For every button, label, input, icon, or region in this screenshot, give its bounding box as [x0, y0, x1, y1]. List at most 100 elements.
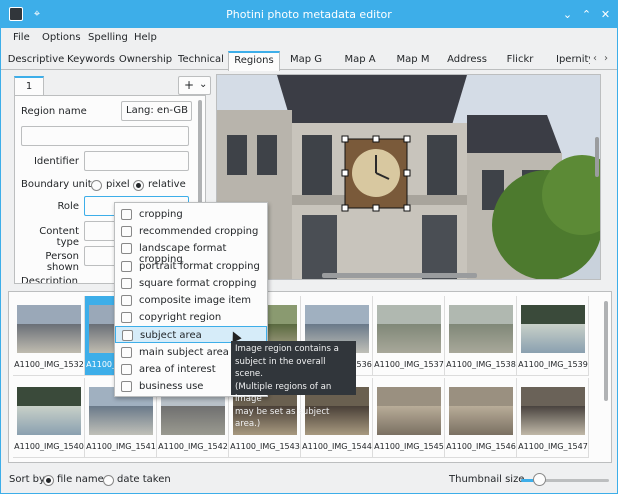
role-option-label: composite image item — [139, 295, 251, 306]
description-label: Description — [21, 276, 78, 284]
thumbnail-item[interactable]: A1100_IMG_1547 — [517, 378, 589, 458]
chevron-up-icon: ⌃ — [581, 8, 592, 21]
role-option-checkbox[interactable] — [121, 277, 132, 289]
tab-flickr[interactable]: Flickr — [499, 51, 541, 70]
role-option-checkbox[interactable] — [121, 381, 132, 392]
thumbnail-image — [449, 305, 513, 353]
tab-address[interactable]: Address — [443, 51, 491, 70]
add-region-label: + — [184, 78, 195, 92]
tab-keywords[interactable]: Keywords — [66, 51, 116, 70]
role-option-label: square format cropping — [139, 277, 257, 289]
thumbnail-item[interactable]: A1100_IMG_1546 — [445, 378, 517, 458]
role-option-checkbox[interactable] — [121, 260, 132, 272]
person-shown-label: Person shown — [45, 251, 79, 273]
thumbnail-caption: A1100_IMG_1539 — [518, 360, 588, 369]
role-option-label: recommended cropping — [139, 226, 259, 238]
thumbnail-item[interactable]: A1100_IMG_1545 — [373, 378, 445, 458]
role-option-copyright-region[interactable]: copyright region — [115, 309, 267, 326]
identifier-label: Identifier — [33, 156, 79, 167]
sort-date-taken-radio[interactable] — [103, 475, 114, 486]
thumbnail-item[interactable]: A1100_IMG_1540 — [13, 378, 85, 458]
tab-technical[interactable]: Technical — [176, 51, 226, 70]
role-option-checkbox[interactable] — [121, 209, 132, 220]
window-title: Photini photo metadata editor — [226, 8, 392, 21]
role-option-composite-image-item[interactable]: composite image item — [115, 292, 267, 309]
unit-relative-label: relative — [148, 179, 186, 190]
unit-pixel-label: pixel — [106, 179, 130, 190]
thumbnail-item[interactable]: A1100_IMG_1539 — [517, 296, 589, 376]
thumbnail-caption: A1100_IMG_1543 — [230, 442, 300, 451]
tab-scroll-left-icon[interactable]: ‹ — [590, 53, 600, 65]
tab-bar: Descriptive Keywords Ownership Technical… — [1, 48, 617, 71]
tab-regions[interactable]: Regions — [228, 51, 280, 71]
tooltip-line-4: may be set as subject area.) — [235, 406, 330, 430]
role-label: Role — [57, 201, 79, 212]
thumbnail-item[interactable]: A1100_IMG_1537 — [373, 296, 445, 376]
role-option-checkbox[interactable] — [121, 363, 132, 375]
thumbnail-caption: A1100_IMG_1544 — [302, 442, 372, 451]
unit-relative-radio[interactable] — [133, 180, 144, 191]
thumbnail-image — [521, 305, 585, 353]
role-option-checkbox[interactable] — [121, 312, 132, 324]
thumbnail-caption: A1100_IMG_1540 — [14, 442, 84, 451]
region-tab-1[interactable]: 1 — [14, 76, 44, 96]
identifier-input[interactable] — [84, 151, 189, 171]
tab-map-g[interactable]: Map G — [284, 51, 328, 70]
role-option-checkbox[interactable] — [121, 346, 132, 358]
thumbnail-size-slider-handle[interactable] — [532, 473, 546, 486]
thumbnail-image — [449, 387, 513, 435]
role-option-checkbox[interactable] — [121, 226, 132, 238]
minimize-button[interactable]: ⌄ — [560, 7, 575, 22]
role-option-checkbox[interactable] — [121, 295, 132, 306]
tab-descriptive[interactable]: Descriptive — [7, 51, 65, 70]
role-option-label: portrait format cropping — [139, 260, 260, 272]
thumbnail-caption: A1100_IMG_1532 — [14, 360, 84, 369]
role-option-portrait-format-cropping[interactable]: portrait format cropping — [115, 258, 267, 275]
building-photo — [217, 75, 600, 279]
close-button[interactable]: ✕ — [598, 7, 613, 22]
menu-help[interactable]: Help — [134, 32, 157, 43]
thumbnail-scrollbar[interactable] — [604, 301, 608, 401]
role-option-checkbox[interactable] — [122, 330, 133, 342]
role-option-square-format-cropping[interactable]: square format cropping — [115, 275, 267, 292]
tooltip-line-3: (Multiple regions of an image — [235, 381, 332, 405]
role-option-label: main subject area — [139, 346, 229, 358]
tab-ownership[interactable]: Ownership — [118, 51, 173, 70]
region-name-label: Region name — [21, 106, 87, 117]
thumbnail-item[interactable]: A1100_IMG_1538 — [445, 296, 517, 376]
add-region-button[interactable]: + ⌄ — [178, 76, 211, 95]
boundary-unit-label: Boundary unit — [21, 179, 92, 190]
close-icon: ✕ — [600, 8, 611, 21]
menu-file[interactable]: File — [13, 32, 30, 43]
subject-area-tooltip: Image region contains a subject in the o… — [231, 341, 356, 429]
tab-map-a[interactable]: Map A — [337, 51, 383, 70]
role-option-label: business use — [139, 381, 204, 392]
role-option-recommended-cropping[interactable]: recommended cropping — [115, 223, 267, 240]
sort-file-name-label: file name — [57, 474, 104, 485]
chevron-down-icon: ⌄ — [199, 79, 208, 90]
maximize-button[interactable]: ⌃ — [579, 7, 594, 22]
sort-by-label: Sort by — [9, 474, 45, 485]
thumbnail-image — [17, 387, 81, 435]
thumbnail-image — [377, 387, 441, 435]
tab-ipernity[interactable]: Ipernity — [550, 51, 590, 70]
thumbnail-item[interactable]: A1100_IMG_1532 — [13, 296, 85, 376]
role-option-label: subject area — [140, 330, 202, 342]
tab-map-m[interactable]: Map M — [390, 51, 436, 70]
role-option-cropping[interactable]: cropping — [115, 206, 267, 223]
role-option-checkbox[interactable] — [121, 243, 132, 255]
region-name-input[interactable] — [21, 126, 189, 146]
unit-pixel-radio[interactable] — [91, 180, 102, 191]
menu-bar: File Options Spelling Help — [1, 28, 617, 48]
menu-spelling[interactable]: Spelling — [88, 32, 128, 43]
tab-scroll-right-icon[interactable]: › — [601, 53, 611, 65]
thumbnail-caption: A1100_IMG_1547 — [518, 442, 588, 451]
menu-options[interactable]: Options — [42, 32, 81, 43]
image-preview[interactable] — [216, 74, 601, 280]
thumbnail-caption: A1100_IMG_1542 — [158, 442, 228, 451]
title-bar[interactable]: ⌖ Photini photo metadata editor ⌄ ⌃ ✕ — [1, 1, 617, 28]
role-option-landscape-format-cropping[interactable]: landscape format cropping — [115, 240, 267, 265]
language-combo[interactable]: Lang: en-GB — [121, 101, 192, 121]
sort-file-name-radio[interactable] — [43, 475, 54, 486]
role-option-label: area of interest — [139, 363, 216, 375]
